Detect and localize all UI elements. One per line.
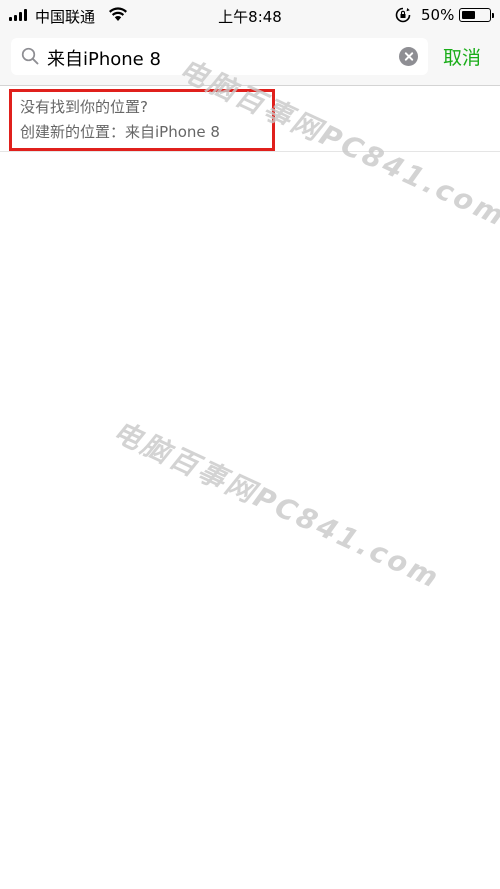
battery-icon (459, 8, 494, 22)
create-location-text[interactable]: 创建新的位置：来自iPhone 8 (20, 121, 220, 142)
battery-percent: 50% (421, 6, 455, 24)
battery-level (461, 10, 475, 19)
rotation-lock-icon (395, 7, 411, 23)
cancel-button[interactable]: 取消 (443, 43, 481, 70)
status-bar: 中国联通 上午8:48 50% (0, 0, 500, 30)
not-found-text: 没有找到你的位置? (20, 98, 148, 116)
clear-icon[interactable] (399, 47, 418, 66)
search-query[interactable]: 来自iPhone 8 (47, 45, 161, 71)
watermark: 电脑百事网PC841.com (107, 414, 446, 596)
search-icon (21, 47, 39, 65)
